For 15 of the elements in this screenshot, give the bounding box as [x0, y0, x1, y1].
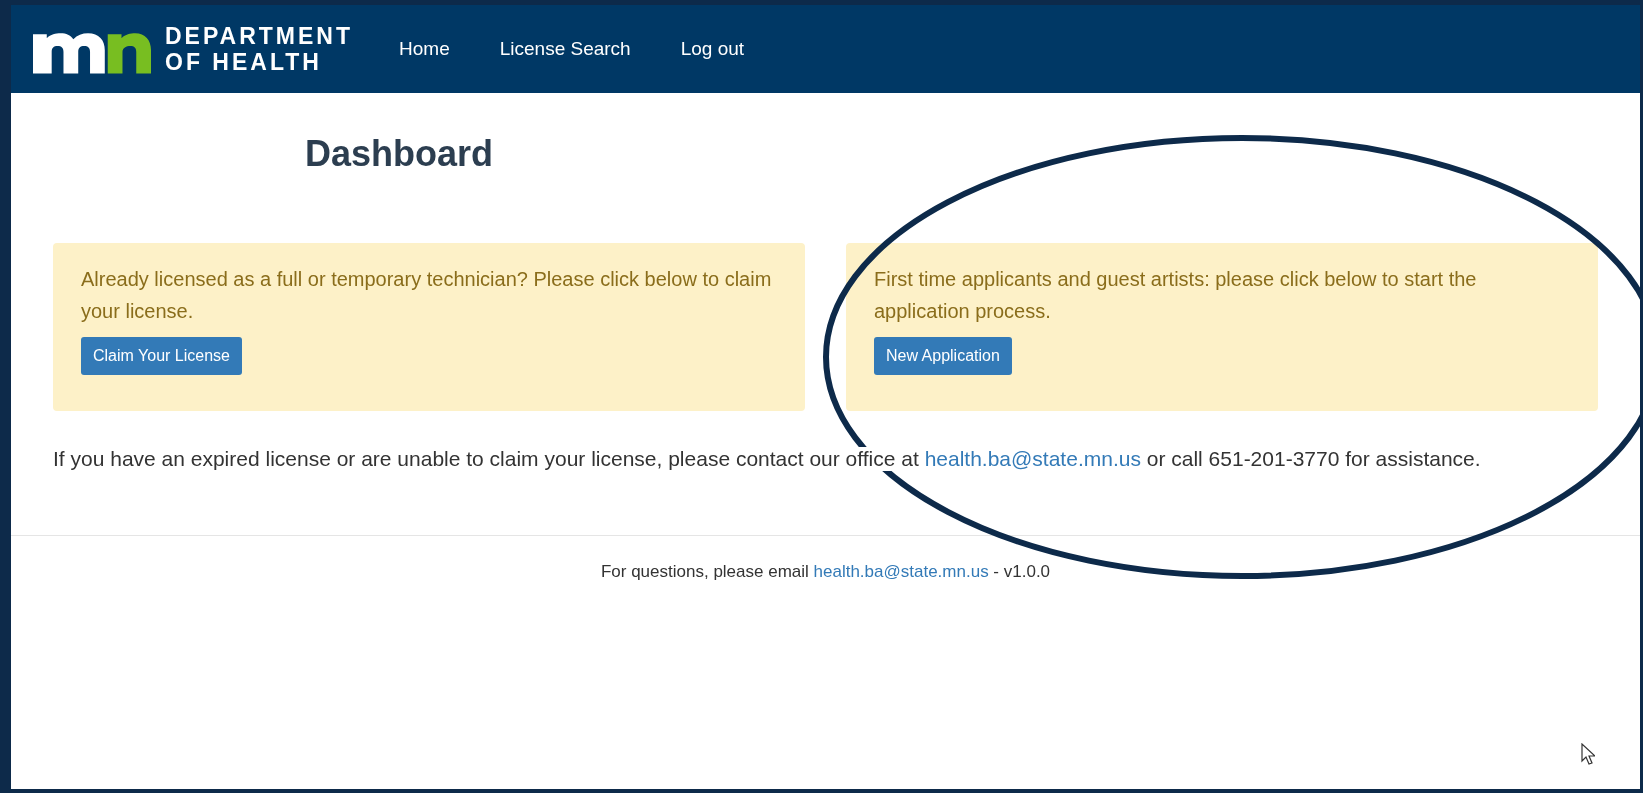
email-link[interactable]: health.ba@state.mn.us [813, 562, 989, 581]
brand-text: DEPARTMENT [165, 23, 353, 49]
email-link[interactable]: health.ba@state.mn.us [924, 447, 1141, 470]
panel-text: First time applicants and guest artists: please click below to start the application process. [874, 267, 1478, 324]
nav-link[interactable]: Log out [680, 38, 745, 60]
brand-text: OF HEALTH [165, 49, 323, 75]
cursor-icon [1581, 743, 1595, 765]
panel-text: Already licensed as a full or temporary technician? Please click below to claim your license. [81, 267, 773, 324]
action-button[interactable]: Claim Your License [81, 337, 242, 375]
nav-link[interactable]: Home [399, 38, 450, 60]
info-text: If you have an expired license or are unable to claim your license, please contact our office at health.ba@state.mn.us or call 651-201-3770 for assistance. [53, 447, 1481, 471]
nav-link[interactable]: License Search [499, 38, 631, 60]
info-text: For questions, please email health.ba@state.mn.us - v1.0.0 [600, 562, 1051, 582]
action-button[interactable]: New Application [874, 337, 1012, 375]
page-title: Dashboard [305, 133, 495, 175]
